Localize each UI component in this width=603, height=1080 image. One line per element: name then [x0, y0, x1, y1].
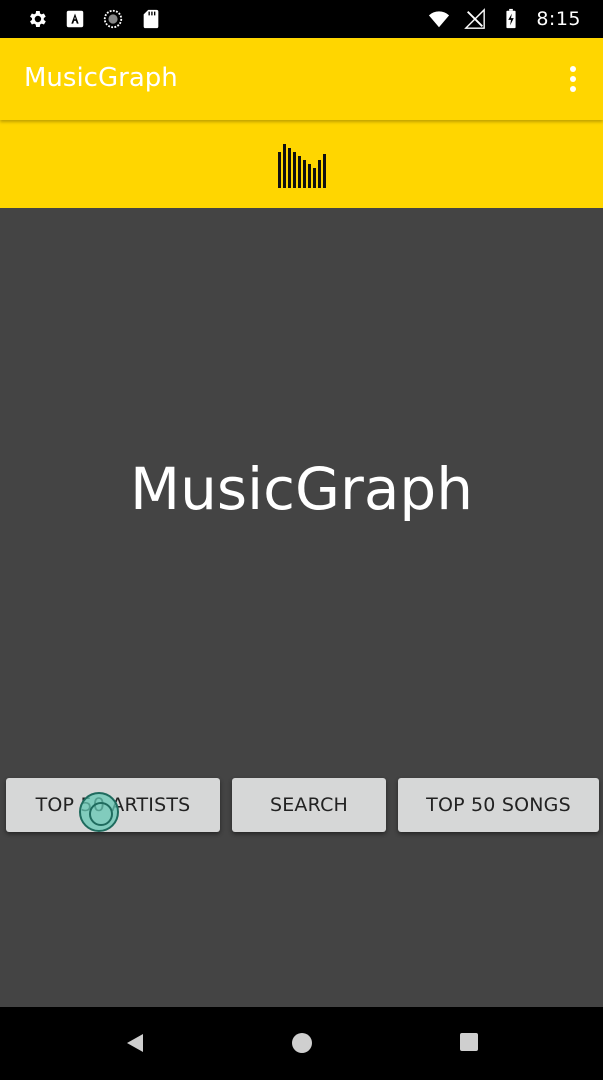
sync-circle-icon: [102, 8, 124, 30]
status-bar-right-icons: 8:15: [428, 8, 581, 30]
main-title: MusicGraph: [130, 455, 473, 523]
logo-bar: [0, 120, 603, 208]
touch-indicator: [79, 792, 119, 832]
overflow-dot: [570, 66, 576, 72]
gear-icon: [26, 8, 48, 30]
sd-card-icon: [140, 8, 162, 30]
top-50-songs-button[interactable]: TOP 50 SONGS: [398, 778, 599, 832]
app-title: MusicGraph: [24, 63, 178, 93]
equalizer-bars-icon: [278, 144, 326, 188]
recents-square-icon[interactable]: [460, 1033, 478, 1051]
navigation-bar: [0, 1007, 603, 1080]
search-button[interactable]: SEARCH: [232, 778, 386, 832]
signal-off-icon: [464, 8, 486, 30]
overflow-dot: [570, 76, 576, 82]
back-triangle-icon[interactable]: [126, 1033, 144, 1053]
app-bar: MusicGraph: [0, 38, 603, 120]
battery-charging-icon: [500, 8, 522, 30]
wifi-icon: [428, 8, 450, 30]
home-circle-icon[interactable]: [292, 1033, 312, 1053]
status-time: 8:15: [536, 8, 581, 30]
status-bar: 8:15: [0, 0, 603, 38]
font-a-icon: [64, 8, 86, 30]
overflow-dot: [570, 86, 576, 92]
screen: 8:15 MusicGraph MusicGraph TOP 50 ARTIST…: [0, 0, 603, 1080]
more-vert-icon[interactable]: [559, 60, 587, 98]
status-bar-left-icons: [26, 8, 162, 30]
